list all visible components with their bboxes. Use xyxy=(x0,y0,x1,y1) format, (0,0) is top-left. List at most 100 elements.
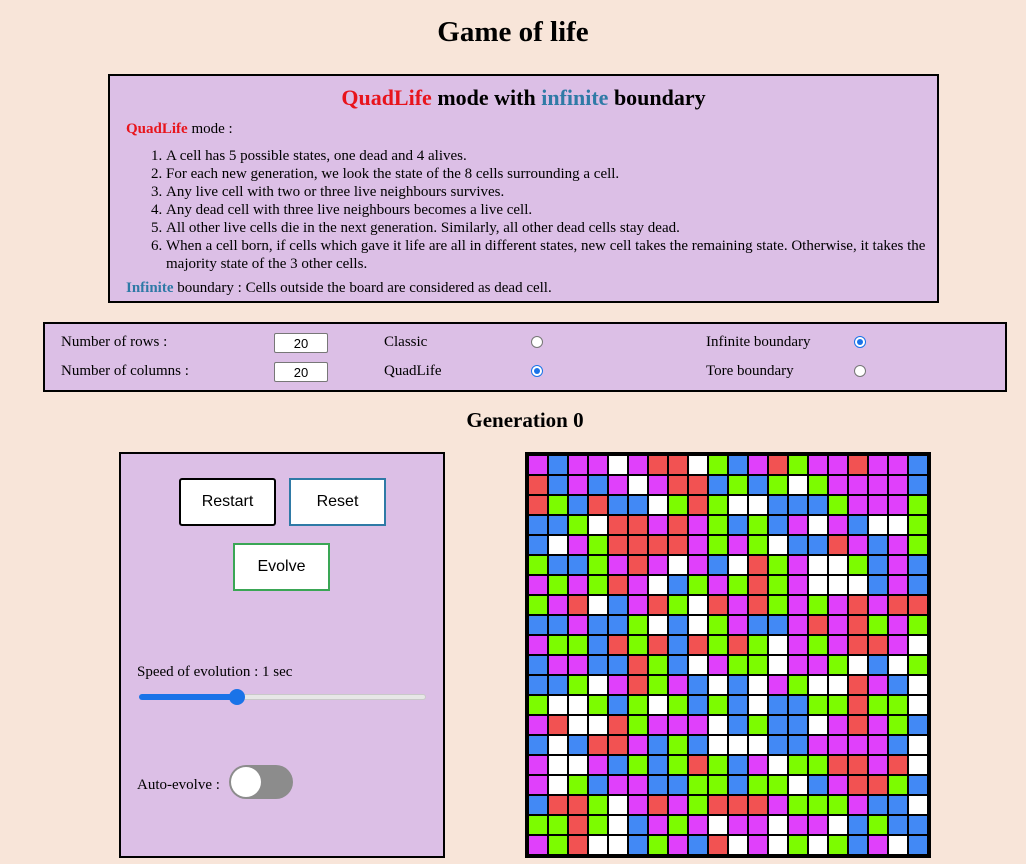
board-cell[interactable] xyxy=(829,576,847,594)
board-cell[interactable] xyxy=(729,776,747,794)
board-cell[interactable] xyxy=(589,716,607,734)
board-cell[interactable] xyxy=(549,496,567,514)
board-cell[interactable] xyxy=(829,636,847,654)
infinite-boundary-radio[interactable] xyxy=(854,336,866,348)
board-cell[interactable] xyxy=(909,456,927,474)
board-cell[interactable] xyxy=(749,576,767,594)
board-cell[interactable] xyxy=(669,516,687,534)
board-cell[interactable] xyxy=(789,696,807,714)
board-cell[interactable] xyxy=(669,716,687,734)
board-cell[interactable] xyxy=(829,756,847,774)
board-cell[interactable] xyxy=(709,636,727,654)
board-cell[interactable] xyxy=(889,836,907,854)
board-cell[interactable] xyxy=(529,676,547,694)
board-cell[interactable] xyxy=(749,476,767,494)
board-cell[interactable] xyxy=(589,596,607,614)
board-cell[interactable] xyxy=(909,616,927,634)
board-cell[interactable] xyxy=(669,536,687,554)
board-cell[interactable] xyxy=(709,516,727,534)
board-cell[interactable] xyxy=(549,576,567,594)
board-cell[interactable] xyxy=(589,576,607,594)
board-cell[interactable] xyxy=(529,456,547,474)
board-cell[interactable] xyxy=(849,796,867,814)
board-cell[interactable] xyxy=(649,456,667,474)
board-cell[interactable] xyxy=(569,516,587,534)
board-cell[interactable] xyxy=(609,696,627,714)
board-cell[interactable] xyxy=(729,816,747,834)
board-cell[interactable] xyxy=(609,576,627,594)
board-cell[interactable] xyxy=(829,516,847,534)
board-cell[interactable] xyxy=(809,816,827,834)
board-cell[interactable] xyxy=(669,476,687,494)
board-cell[interactable] xyxy=(789,756,807,774)
board-cell[interactable] xyxy=(849,776,867,794)
board-cell[interactable] xyxy=(649,636,667,654)
board-cell[interactable] xyxy=(889,496,907,514)
board-cell[interactable] xyxy=(869,476,887,494)
board-cell[interactable] xyxy=(569,836,587,854)
board-cell[interactable] xyxy=(709,816,727,834)
board-cell[interactable] xyxy=(849,696,867,714)
board-cell[interactable] xyxy=(649,776,667,794)
board-cell[interactable] xyxy=(789,716,807,734)
board-cell[interactable] xyxy=(649,476,667,494)
board-cell[interactable] xyxy=(549,796,567,814)
board-cell[interactable] xyxy=(529,596,547,614)
board-cell[interactable] xyxy=(909,796,927,814)
board-cell[interactable] xyxy=(849,676,867,694)
board-cell[interactable] xyxy=(529,556,547,574)
board-cell[interactable] xyxy=(789,776,807,794)
board-cell[interactable] xyxy=(789,576,807,594)
board-cell[interactable] xyxy=(529,536,547,554)
board-cell[interactable] xyxy=(609,536,627,554)
board-cell[interactable] xyxy=(729,676,747,694)
board-cell[interactable] xyxy=(769,476,787,494)
board-cell[interactable] xyxy=(909,476,927,494)
board-cell[interactable] xyxy=(809,636,827,654)
board-cell[interactable] xyxy=(869,616,887,634)
board-cell[interactable] xyxy=(909,836,927,854)
board-cell[interactable] xyxy=(769,796,787,814)
board-cell[interactable] xyxy=(829,596,847,614)
board-cell[interactable] xyxy=(689,756,707,774)
board-cell[interactable] xyxy=(629,836,647,854)
board-cell[interactable] xyxy=(629,656,647,674)
board-cell[interactable] xyxy=(589,756,607,774)
board-cell[interactable] xyxy=(529,496,547,514)
board-cell[interactable] xyxy=(589,536,607,554)
board-cell[interactable] xyxy=(709,736,727,754)
board-cell[interactable] xyxy=(889,476,907,494)
board-cell[interactable] xyxy=(569,496,587,514)
board-cell[interactable] xyxy=(829,456,847,474)
board-cell[interactable] xyxy=(849,756,867,774)
board-cell[interactable] xyxy=(629,456,647,474)
board-cell[interactable] xyxy=(849,836,867,854)
board-cell[interactable] xyxy=(849,716,867,734)
board-cell[interactable] xyxy=(749,796,767,814)
board-cell[interactable] xyxy=(889,516,907,534)
board-cell[interactable] xyxy=(589,696,607,714)
board-cell[interactable] xyxy=(869,836,887,854)
board-cell[interactable] xyxy=(569,556,587,574)
board-cell[interactable] xyxy=(869,736,887,754)
board-cell[interactable] xyxy=(549,716,567,734)
board-cell[interactable] xyxy=(649,496,667,514)
board-cell[interactable] xyxy=(729,616,747,634)
board-cell[interactable] xyxy=(549,556,567,574)
board-cell[interactable] xyxy=(869,676,887,694)
board-cell[interactable] xyxy=(769,516,787,534)
board-cell[interactable] xyxy=(789,496,807,514)
board-cell[interactable] xyxy=(749,636,767,654)
board-cell[interactable] xyxy=(709,496,727,514)
board-cell[interactable] xyxy=(649,516,667,534)
board-cell[interactable] xyxy=(829,796,847,814)
board-cell[interactable] xyxy=(889,776,907,794)
board-cell[interactable] xyxy=(869,796,887,814)
speed-slider-thumb[interactable] xyxy=(229,689,245,705)
board-cell[interactable] xyxy=(669,816,687,834)
board-cell[interactable] xyxy=(609,716,627,734)
board-cell[interactable] xyxy=(549,536,567,554)
board-cell[interactable] xyxy=(629,676,647,694)
board-cell[interactable] xyxy=(909,656,927,674)
board-cell[interactable] xyxy=(869,496,887,514)
